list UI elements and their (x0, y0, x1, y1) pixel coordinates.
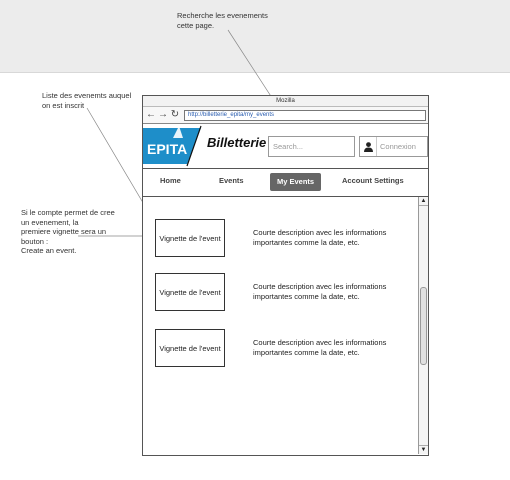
user-icon (360, 137, 377, 156)
events-list: Vignette de l'event Courte description a… (143, 197, 428, 454)
tab-my-events[interactable]: My Events (270, 173, 322, 191)
tab-account-settings[interactable]: Account Settings (342, 176, 404, 185)
reload-icon[interactable]: ↻ (169, 110, 181, 120)
login-label: Connexion (380, 142, 416, 151)
arrow-left-icon[interactable]: ← (145, 110, 157, 120)
scroll-up-icon[interactable]: ▲ (419, 197, 428, 206)
scrollbar-thumb[interactable] (420, 287, 427, 365)
url-bar[interactable]: http://billetterie_epita/my_events (184, 109, 426, 121)
annotation-create-event: Si le compte permet de cree un evenement… (21, 208, 115, 255)
arrow-right-icon[interactable]: → (157, 110, 169, 120)
browser-title: Mozilla (143, 96, 428, 107)
scrollbar[interactable]: ▲ ▼ (418, 197, 428, 454)
site-header: EPITA Billetterie Search... Connexion (143, 124, 428, 169)
search-input[interactable]: Search... (268, 136, 355, 157)
tab-home[interactable]: Home (160, 176, 181, 185)
event-description: Courte description avec les informations… (253, 282, 387, 301)
browser-navbar: ← → ↻ http://billetterie_epita/my_events (143, 107, 428, 124)
scroll-down-icon[interactable]: ▼ (419, 445, 428, 454)
annotation-event-list: Liste des evenemts auquel on est inscrit (42, 91, 132, 110)
site-title: Billetterie (207, 135, 267, 150)
epita-logo[interactable]: EPITA (143, 124, 203, 168)
tab-events[interactable]: Events (219, 176, 244, 185)
event-vignette[interactable]: Vignette de l'event (155, 273, 225, 311)
svg-text:EPITA: EPITA (147, 141, 187, 157)
event-vignette[interactable]: Vignette de l'event (155, 219, 225, 257)
main-menu: Home Events My Events Account Settings (143, 169, 428, 197)
browser-window: Mozilla ← → ↻ http://billetterie_epita/m… (142, 95, 429, 456)
login-button[interactable]: Connexion (359, 136, 428, 157)
annotation-search: Recherche les evenements cette page. (177, 11, 268, 30)
event-description: Courte description avec les informations… (253, 228, 387, 247)
event-vignette[interactable]: Vignette de l'event (155, 329, 225, 367)
event-description: Courte description avec les informations… (253, 338, 387, 357)
